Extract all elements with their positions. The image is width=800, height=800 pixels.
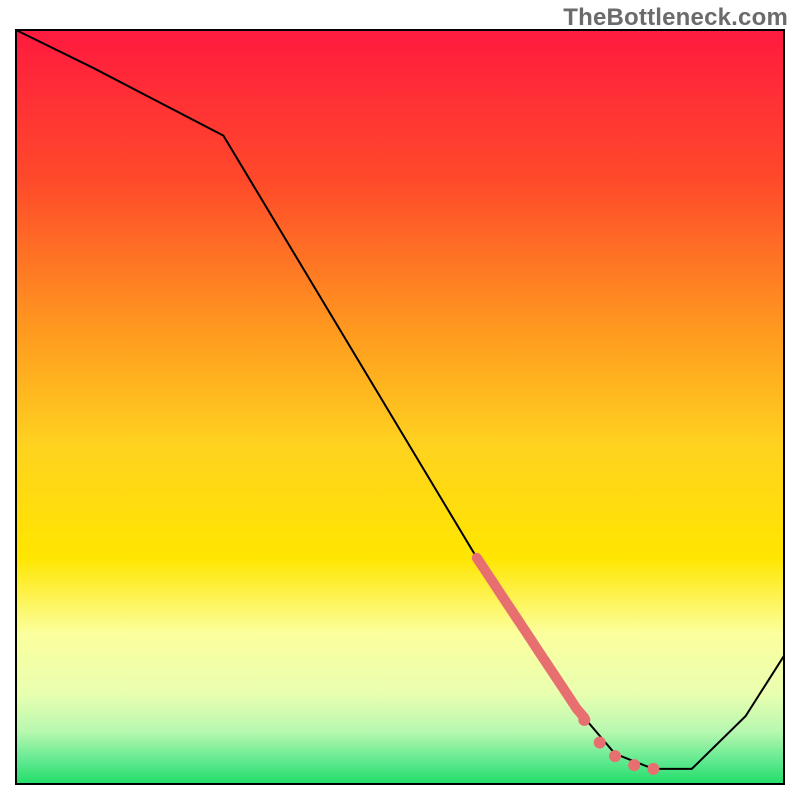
bottleneck-chart bbox=[0, 0, 800, 800]
curve-marker bbox=[578, 714, 590, 726]
curve-marker bbox=[594, 737, 606, 749]
curve-marker bbox=[609, 750, 621, 762]
plot-area bbox=[16, 30, 784, 784]
chart-frame: TheBottleneck.com bbox=[0, 0, 800, 800]
gradient-background bbox=[16, 30, 784, 784]
curve-marker bbox=[628, 759, 640, 771]
watermark-label: TheBottleneck.com bbox=[563, 4, 788, 32]
curve-marker bbox=[647, 763, 659, 775]
